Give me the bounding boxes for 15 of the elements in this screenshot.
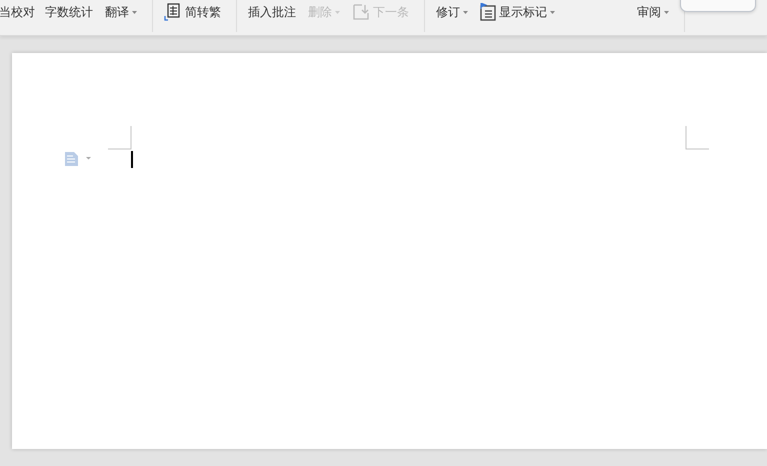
document-icon[interactable] (65, 152, 93, 166)
flag-document-icon (480, 3, 496, 21)
text-cursor (131, 151, 133, 168)
crop-mark (108, 126, 132, 150)
toolbar-button[interactable]: 修订 (433, 0, 471, 24)
toolbar-button[interactable]: 显示标记 (477, 0, 558, 24)
arrow-down-document-icon (352, 3, 370, 21)
toolbar-button[interactable]: 简转繁 (161, 0, 224, 24)
crop-mark (685, 126, 709, 150)
character-convert-icon (164, 2, 182, 22)
toolbar-button[interactable]: 插入批注 (245, 0, 299, 24)
toolbar-button[interactable]: 审阅 (634, 0, 672, 24)
toolbar-button[interactable]: 翻译 (102, 0, 140, 24)
toolbar-button[interactable]: 当校对 (0, 0, 38, 24)
toolbar-button[interactable]: 字数统计 (42, 0, 96, 24)
